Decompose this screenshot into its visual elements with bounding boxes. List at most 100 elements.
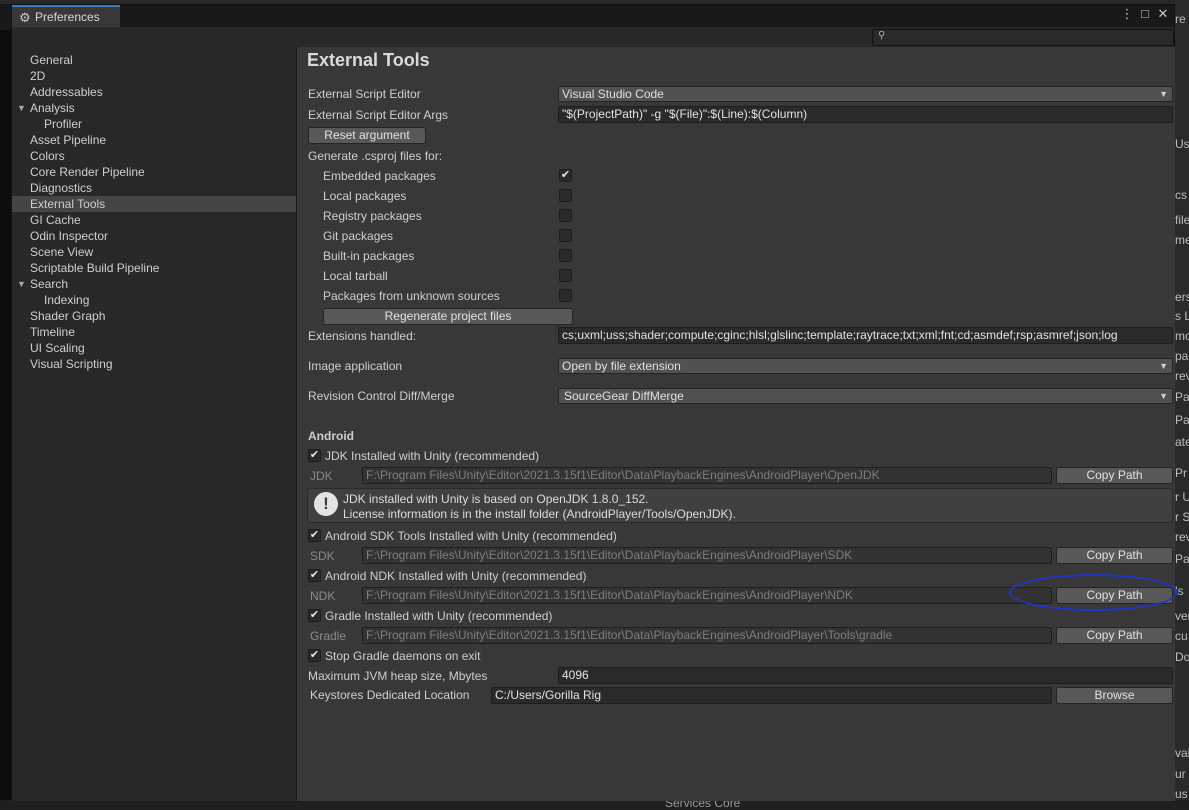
sidebar-item-2d[interactable]: 2D bbox=[12, 68, 296, 84]
bg-fragment: cu bbox=[1175, 629, 1188, 643]
sidebar-item-core-render-pipeline[interactable]: Core Render Pipeline bbox=[12, 164, 296, 180]
sidebar-item-label: Asset Pipeline bbox=[30, 133, 107, 147]
stop-gradle-label: Stop Gradle daemons on exit bbox=[325, 649, 481, 663]
sidebar-item-profiler[interactable]: Profiler bbox=[12, 116, 296, 132]
sidebar-item-label: General bbox=[30, 53, 73, 67]
more-options-icon[interactable]: ⋮ bbox=[1118, 6, 1136, 22]
bg-fragment: val bbox=[1175, 746, 1189, 760]
sdk-copy-path-button[interactable]: Copy Path bbox=[1056, 547, 1173, 564]
extensions-handled-label: Extensions handled: bbox=[308, 329, 417, 343]
sidebar-item-colors[interactable]: Colors bbox=[12, 148, 296, 164]
stop-gradle-checkbox[interactable]: ✔ bbox=[308, 649, 321, 662]
bg-fragment: ate bbox=[1175, 435, 1189, 449]
close-icon[interactable]: ✕ bbox=[1154, 6, 1172, 22]
bg-fragment: ur bbox=[1175, 767, 1186, 781]
maximize-icon[interactable]: □ bbox=[1136, 6, 1154, 21]
sidebar-item-visual-scripting[interactable]: Visual Scripting bbox=[12, 356, 296, 372]
bg-fragment: us bbox=[1175, 787, 1188, 801]
sidebar-item-indexing[interactable]: Indexing bbox=[12, 292, 296, 308]
sidebar-item-scene-view[interactable]: Scene View bbox=[12, 244, 296, 260]
bg-fragment: r U bbox=[1175, 490, 1189, 504]
search-icon: ⚲ bbox=[878, 30, 886, 41]
reset-argument-button[interactable]: Reset argument bbox=[308, 127, 426, 144]
checkmark-icon: ✔ bbox=[309, 609, 320, 621]
checkmark-icon: ✔ bbox=[309, 569, 320, 581]
sidebar-item-label: Shader Graph bbox=[30, 309, 106, 323]
ndk-copy-path-button[interactable]: Copy Path bbox=[1056, 587, 1173, 604]
sidebar-item-label: Indexing bbox=[44, 293, 90, 307]
window-title: Preferences bbox=[35, 10, 100, 24]
info-icon: ! bbox=[314, 492, 338, 516]
jdk-installed-checkbox[interactable]: ✔ bbox=[308, 449, 321, 462]
local-tarball-checkbox[interactable] bbox=[559, 269, 572, 282]
builtin-packages-checkbox[interactable] bbox=[559, 249, 572, 262]
background-inspector-panel: re Us cs file me ers s L mo pac rev Pa P… bbox=[1175, 0, 1189, 809]
git-packages-checkbox[interactable] bbox=[559, 229, 572, 242]
sidebar-item-search[interactable]: ▼ Search bbox=[12, 276, 296, 292]
external-tools-panel: External Tools External Script Editor Vi… bbox=[297, 47, 1175, 801]
registry-packages-checkbox[interactable] bbox=[559, 209, 572, 222]
title-bar: ⚙ Preferences ⋮ □ ✕ bbox=[12, 5, 1174, 27]
revision-control-dropdown[interactable]: SourceGear DiffMerge ▼ bbox=[558, 388, 1173, 404]
embedded-packages-checkbox[interactable]: ✔ bbox=[559, 169, 572, 182]
sidebar-item-timeline[interactable]: Timeline bbox=[12, 324, 296, 340]
sidebar-item-shader-graph[interactable]: Shader Graph bbox=[12, 308, 296, 324]
sidebar-item-general[interactable]: General bbox=[12, 52, 296, 68]
android-section-title: Android bbox=[308, 429, 354, 443]
sidebar-item-analysis[interactable]: ▼ Analysis bbox=[12, 100, 296, 116]
ndk-installed-checkbox[interactable]: ✔ bbox=[308, 569, 321, 582]
help-text-line: License information is in the install fo… bbox=[343, 507, 736, 521]
preferences-tab[interactable]: ⚙ Preferences bbox=[12, 5, 120, 27]
script-editor-label: External Script Editor bbox=[308, 87, 421, 101]
ndk-installed-label: Android NDK Installed with Unity (recomm… bbox=[325, 569, 587, 583]
sidebar-item-label: Profiler bbox=[44, 117, 83, 131]
sidebar-item-scriptable-build-pipeline[interactable]: Scriptable Build Pipeline bbox=[12, 260, 296, 276]
bg-fragment: pac bbox=[1175, 349, 1189, 363]
preferences-window: ⚙ Preferences ⋮ □ ✕ ⚲ General 2D Addressab… bbox=[11, 4, 1175, 801]
keystore-location-field[interactable]: C:/Users/Gorilla Rig bbox=[491, 687, 1052, 704]
script-editor-dropdown[interactable]: Visual Studio Code ▼ bbox=[558, 86, 1173, 102]
sidebar-item-label: Timeline bbox=[30, 325, 75, 339]
gradle-installed-checkbox[interactable]: ✔ bbox=[308, 609, 321, 622]
gradle-copy-path-button[interactable]: Copy Path bbox=[1056, 627, 1173, 644]
bg-fragment: Pa bbox=[1175, 552, 1189, 566]
jdk-info-helpbox: ! JDK installed with Unity is based on O… bbox=[307, 488, 1173, 523]
bg-fragment: mo bbox=[1175, 329, 1189, 343]
toolbar: ⚲ bbox=[12, 27, 1174, 49]
dropdown-value: Open by file extension bbox=[562, 359, 681, 373]
search-input[interactable]: ⚲ bbox=[872, 29, 1174, 46]
checkmark-icon: ✔ bbox=[309, 449, 320, 461]
expand-arrow-icon[interactable]: ▼ bbox=[17, 100, 26, 116]
sidebar-item-asset-pipeline[interactable]: Asset Pipeline bbox=[12, 132, 296, 148]
registry-packages-label: Registry packages bbox=[323, 209, 422, 223]
extensions-handled-field[interactable]: cs;uxml;uss;shader;compute;cginc;hlsl;gl… bbox=[558, 327, 1173, 344]
script-editor-args-field[interactable]: "$(ProjectPath)" -g "$(File)":$(Line):$(… bbox=[558, 106, 1173, 123]
gradle-installed-label: Gradle Installed with Unity (recommended… bbox=[325, 609, 553, 623]
bg-fragment: rev bbox=[1175, 530, 1189, 544]
sidebar-item-label: Search bbox=[30, 277, 69, 291]
csproj-label: Generate .csproj files for: bbox=[308, 149, 443, 163]
sdk-installed-checkbox[interactable]: ✔ bbox=[308, 529, 321, 542]
preferences-sidebar: General 2D Addressables ▼ Analysis Profil… bbox=[12, 47, 297, 801]
sidebar-item-external-tools[interactable]: External Tools bbox=[12, 196, 296, 212]
sidebar-item-ui-scaling[interactable]: UI Scaling bbox=[12, 340, 296, 356]
bg-fragment: r S bbox=[1175, 510, 1189, 524]
browse-button[interactable]: Browse bbox=[1056, 687, 1173, 704]
image-application-dropdown[interactable]: Open by file extension ▼ bbox=[558, 358, 1173, 374]
window-controls: ⋮ □ ✕ bbox=[1118, 6, 1172, 22]
bg-fragment: Us bbox=[1175, 137, 1189, 151]
sidebar-item-diagnostics[interactable]: Diagnostics bbox=[12, 180, 296, 196]
local-packages-checkbox[interactable] bbox=[559, 189, 572, 202]
expand-arrow-icon[interactable]: ▼ bbox=[17, 276, 26, 292]
unknown-sources-checkbox[interactable] bbox=[559, 289, 572, 302]
sidebar-item-odin-inspector[interactable]: Odin Inspector bbox=[12, 228, 296, 244]
local-packages-label: Local packages bbox=[323, 189, 407, 203]
jvm-heap-field[interactable]: 4096 bbox=[558, 667, 1173, 684]
revision-control-label: Revision Control Diff/Merge bbox=[308, 389, 455, 403]
sidebar-item-addressables[interactable]: Addressables bbox=[12, 84, 296, 100]
sidebar-item-gi-cache[interactable]: GI Cache bbox=[12, 212, 296, 228]
jdk-copy-path-button[interactable]: Copy Path bbox=[1056, 467, 1173, 484]
jdk-path-label: JDK bbox=[310, 469, 333, 483]
sidebar-item-label: Analysis bbox=[30, 101, 75, 115]
regenerate-project-files-button[interactable]: Regenerate project files bbox=[323, 308, 573, 325]
